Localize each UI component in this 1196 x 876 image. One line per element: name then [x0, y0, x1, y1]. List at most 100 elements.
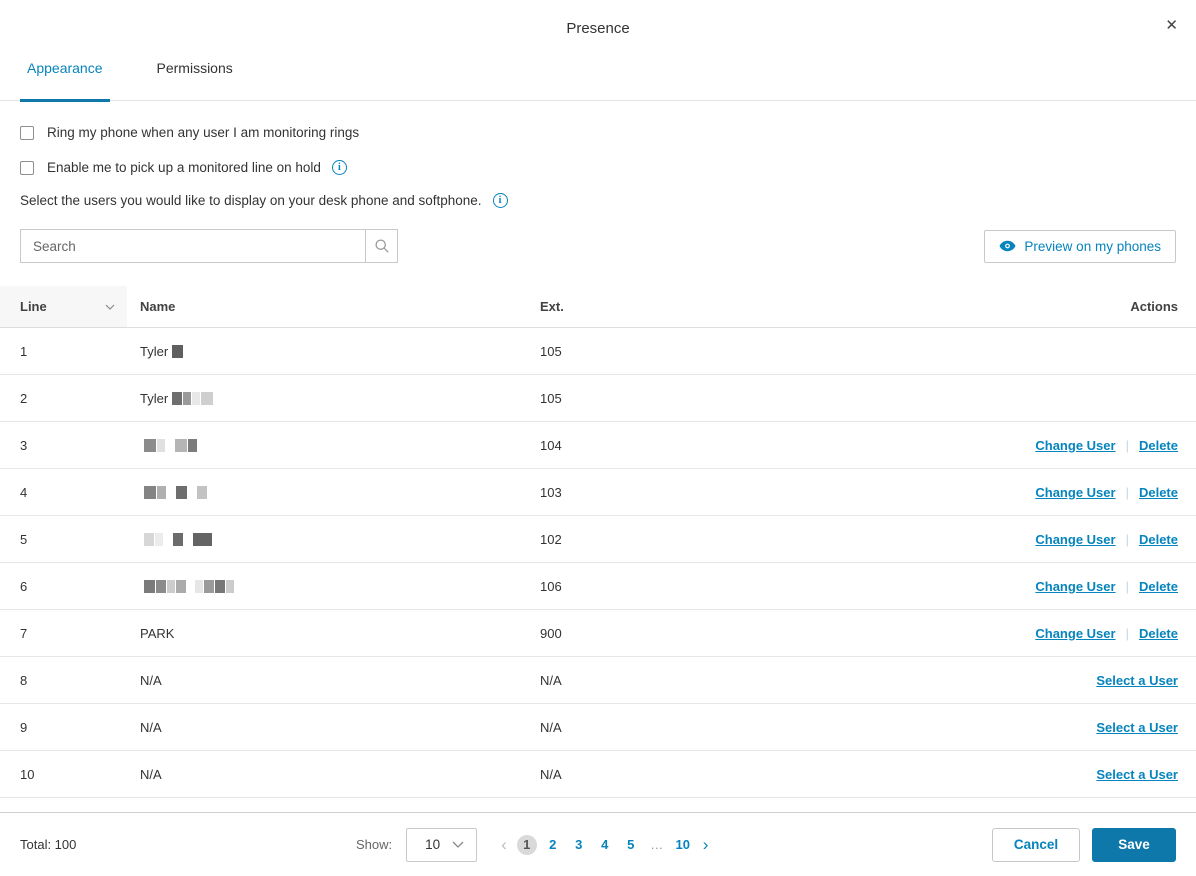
- change-user-link[interactable]: Change User: [1035, 579, 1115, 594]
- next-page-icon[interactable]: ›: [699, 836, 713, 853]
- select-a-user-link[interactable]: Select a User: [1096, 720, 1178, 735]
- change-user-link[interactable]: Change User: [1035, 626, 1115, 641]
- redaction-block: [172, 344, 184, 358]
- redaction-block: [173, 532, 183, 546]
- redaction-block: [144, 438, 156, 452]
- cell-ext: N/A: [540, 719, 562, 735]
- action-separator: |: [1125, 578, 1129, 594]
- table-body: 1 Tyler 105 2 Tyler 105 3 104 Change Use…: [0, 328, 1196, 798]
- cell-line: 10: [20, 766, 35, 782]
- cancel-button[interactable]: Cancel: [991, 827, 1080, 862]
- previous-page-icon[interactable]: ‹: [497, 836, 511, 853]
- cell-name-text: N/A: [140, 672, 162, 688]
- select-a-user-link[interactable]: Select a User: [1096, 767, 1178, 782]
- redaction-block: [201, 391, 214, 405]
- redaction-block: [156, 579, 166, 593]
- page-ellipsis: …: [650, 837, 664, 852]
- redaction-block: [144, 579, 155, 593]
- cell-actions: Select a User: [946, 720, 1196, 735]
- action-separator: |: [1125, 531, 1129, 547]
- table-row: 10 N/A N/A Select a User: [0, 751, 1196, 798]
- redaction-block: [193, 532, 212, 546]
- page-10[interactable]: 10: [673, 835, 693, 855]
- delete-link[interactable]: Delete: [1139, 532, 1178, 547]
- change-user-link[interactable]: Change User: [1035, 485, 1115, 500]
- redaction-block: [167, 579, 175, 593]
- delete-link[interactable]: Delete: [1139, 438, 1178, 453]
- cell-line: 5: [20, 531, 28, 547]
- pickup-hold-checkbox[interactable]: [20, 160, 34, 175]
- preview-on-my-phones-button[interactable]: Preview on my phones: [984, 229, 1176, 263]
- cell-name: [127, 485, 540, 499]
- delete-link[interactable]: Delete: [1139, 579, 1178, 594]
- info-icon[interactable]: i: [331, 160, 347, 175]
- redacted-name-blocks: [144, 438, 197, 452]
- cell-name: N/A: [127, 720, 540, 735]
- cell-name: [127, 532, 540, 546]
- info-icon[interactable]: i: [492, 193, 508, 208]
- cell-line: 8: [20, 672, 28, 688]
- cell-ext: 105: [540, 390, 562, 406]
- tab-permissions[interactable]: Permissions: [150, 48, 240, 102]
- cell-line: 6: [20, 578, 28, 594]
- table-row: 9 N/A N/A Select a User: [0, 704, 1196, 751]
- search-row: Preview on my phones: [0, 229, 1196, 263]
- table-row: 5 102 Change User | Delete: [0, 516, 1196, 563]
- cell-name-text: Tyler: [140, 343, 169, 359]
- cell-line: 3: [20, 437, 28, 453]
- page-3[interactable]: 3: [569, 835, 589, 855]
- tab-bar: Appearance Permissions: [0, 48, 1196, 102]
- search-input[interactable]: [20, 229, 365, 263]
- redaction-block: [204, 579, 214, 593]
- table-row: 4 103 Change User | Delete: [0, 469, 1196, 516]
- redaction-block: [175, 438, 187, 452]
- page-5[interactable]: 5: [621, 835, 641, 855]
- cell-ext: 104: [540, 437, 562, 453]
- redacted-name-blocks: [144, 485, 207, 499]
- select-users-text: Select the users you would like to displ…: [20, 193, 482, 208]
- page-4[interactable]: 4: [595, 835, 615, 855]
- ring-my-phone-checkbox[interactable]: [20, 125, 34, 140]
- page-1[interactable]: 1: [516, 834, 537, 855]
- cell-line: 4: [20, 484, 28, 500]
- redaction-block: [188, 438, 197, 452]
- column-header-name: Name: [140, 299, 176, 314]
- table-row: 3 104 Change User | Delete: [0, 422, 1196, 469]
- ring-my-phone-label: Ring my phone when any user I am monitor…: [47, 125, 360, 140]
- dialog-header: Presence ✕: [0, 0, 1196, 48]
- cell-ext: N/A: [540, 766, 562, 782]
- cell-ext: 900: [540, 625, 562, 641]
- redaction-block: [157, 485, 166, 499]
- search-button[interactable]: [365, 229, 398, 263]
- action-separator: |: [1125, 484, 1129, 500]
- redacted-name-blocks: [172, 391, 214, 405]
- dialog-footer: Total: 100 Show: 10 ‹ 1 2 3 4 5… 10 › Cancel …: [0, 812, 1196, 876]
- redaction-block: [176, 485, 187, 499]
- redaction-block: [176, 579, 186, 593]
- delete-link[interactable]: Delete: [1139, 485, 1178, 500]
- tab-appearance[interactable]: Appearance: [20, 48, 110, 102]
- total-count: Total: 100: [20, 837, 77, 852]
- eye-icon: [999, 240, 1016, 252]
- cell-actions: Change User | Delete: [946, 626, 1196, 641]
- table-header-row: Line Name Ext. Actions: [0, 286, 1196, 328]
- select-a-user-link[interactable]: Select a User: [1096, 673, 1178, 688]
- options-section: Ring my phone when any user I am monitor…: [0, 101, 1196, 208]
- change-user-link[interactable]: Change User: [1035, 532, 1115, 547]
- chevron-down-icon: [452, 841, 464, 848]
- sort-chevron-down-icon[interactable]: [105, 304, 115, 310]
- page-2[interactable]: 2: [543, 835, 563, 855]
- table-row: 6 106 Change User | Delete: [0, 563, 1196, 610]
- close-icon[interactable]: ✕: [1165, 18, 1178, 33]
- page-size-select[interactable]: 10: [406, 827, 478, 862]
- column-header-line[interactable]: Line: [0, 286, 127, 327]
- redaction-block: [172, 391, 183, 405]
- cell-line: 9: [20, 719, 28, 735]
- cell-line: 7: [20, 625, 28, 641]
- change-user-link[interactable]: Change User: [1035, 438, 1115, 453]
- monitored-lines-table: Line Name Ext. Actions 1 Tyler 105 2 Tyl…: [0, 286, 1196, 798]
- save-button[interactable]: Save: [1091, 827, 1176, 862]
- cell-name-text: Tyler: [140, 390, 169, 406]
- delete-link[interactable]: Delete: [1139, 626, 1178, 641]
- cell-actions: Change User | Delete: [946, 579, 1196, 594]
